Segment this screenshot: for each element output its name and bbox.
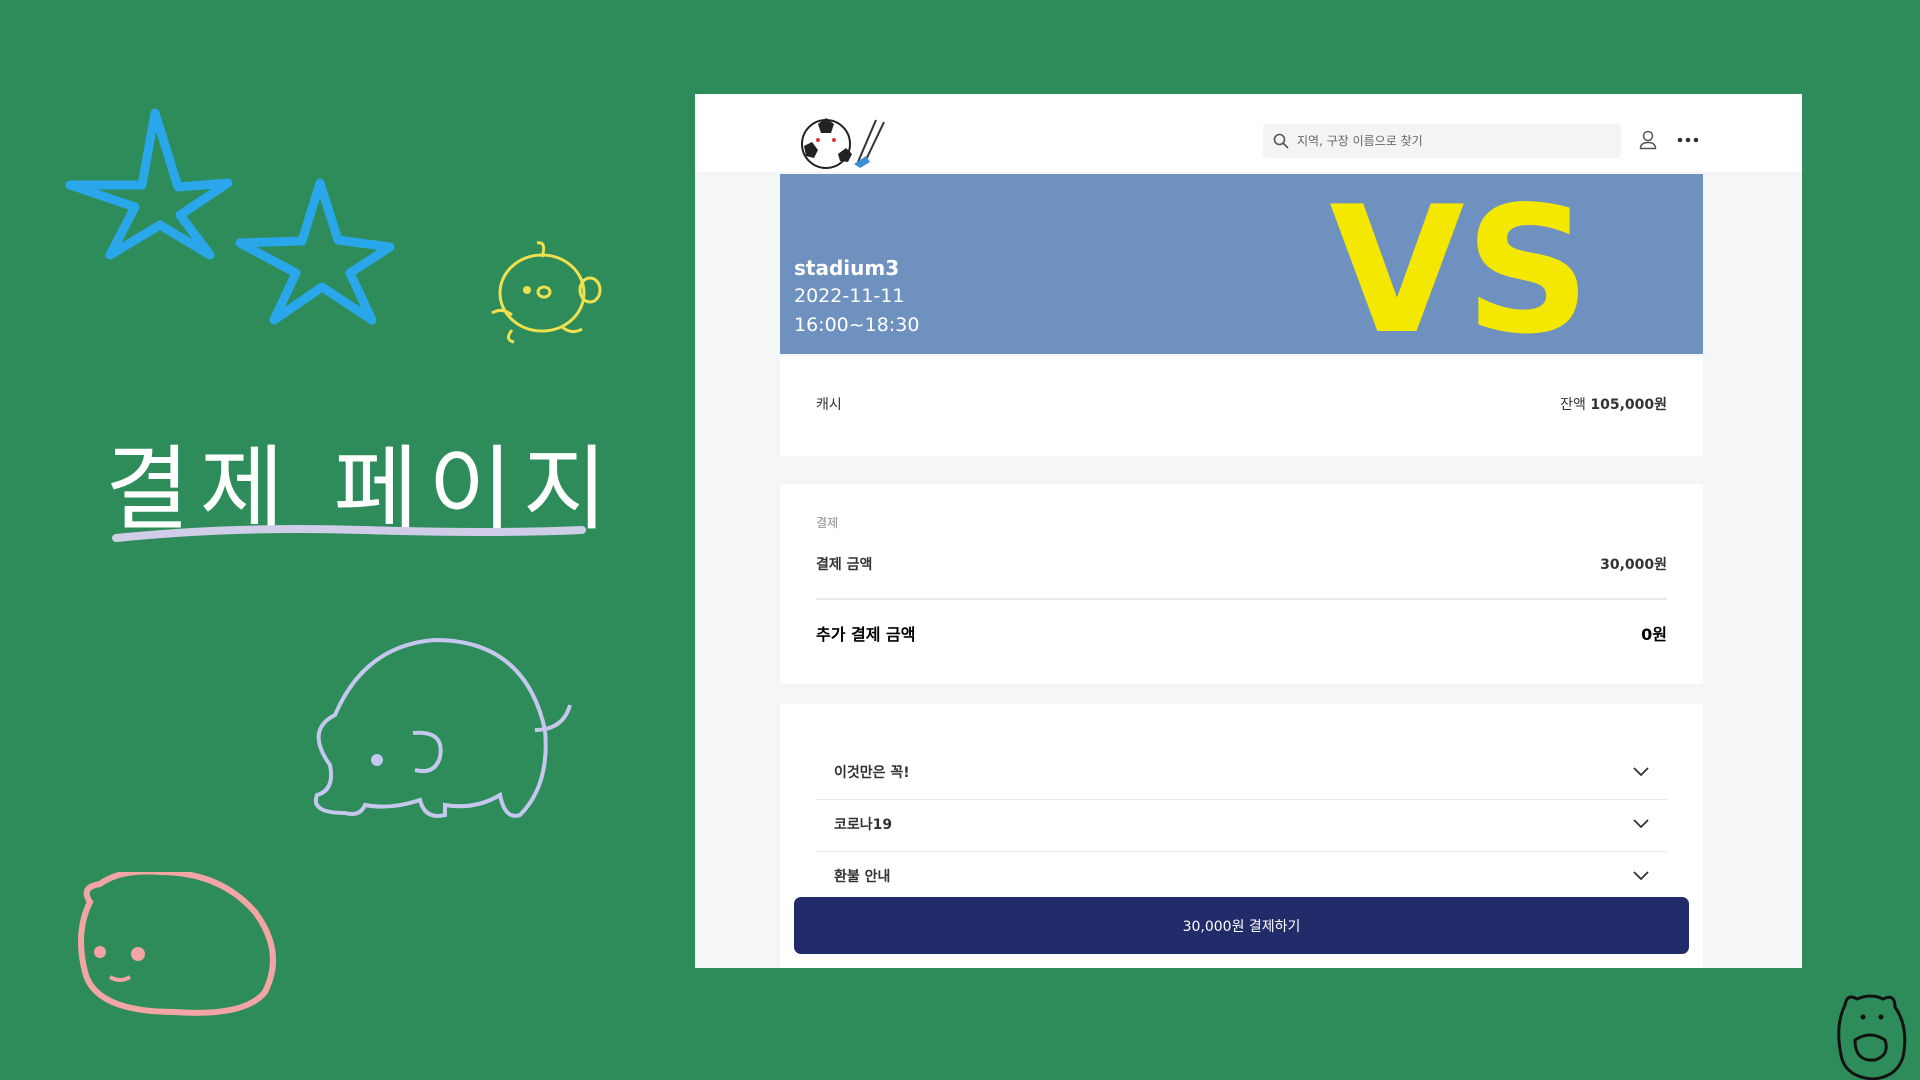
accordion-label: 환불 안내 — [834, 869, 891, 885]
accordion-refund[interactable]: 환불 안내 — [816, 850, 1667, 902]
payment-amount-label: 결제 금액 — [816, 557, 873, 573]
search-icon — [1273, 133, 1289, 149]
pay-button[interactable]: 30,000원 결제하기 — [794, 897, 1689, 954]
payment-section: 결제 결제 금액 30,000원 추가 결제 금액 0원 — [780, 484, 1703, 684]
blue-star-icon — [235, 178, 395, 325]
cash-label: 캐시 — [816, 397, 842, 413]
chick-icon — [491, 241, 602, 344]
chevron-down-icon — [1633, 819, 1649, 829]
accordion-must-read[interactable]: 이것만은 꼭! — [816, 746, 1667, 798]
divider — [816, 598, 1667, 600]
hamster-icon — [78, 872, 276, 1016]
match-time: 16:00~18:30 — [794, 314, 920, 336]
payment-amount-value: 30,000원 — [1600, 557, 1667, 573]
payment-section-label: 결제 — [816, 516, 839, 530]
user-icon[interactable] — [1639, 130, 1657, 150]
soccer-ball-logo-icon[interactable] — [798, 114, 888, 172]
extra-amount-value: 0원 — [1641, 625, 1667, 644]
bear-icon — [1837, 994, 1907, 1080]
accordion-label: 코로나19 — [834, 817, 893, 833]
title-underline — [112, 525, 586, 542]
cash-section: 캐시 잔액 105,000원 — [780, 356, 1703, 456]
match-date: 2022-11-11 — [794, 285, 905, 307]
chevron-down-icon — [1633, 871, 1649, 881]
match-banner: stadium3 2022-11-11 16:00~18:30 VS — [780, 174, 1703, 354]
search-input[interactable] — [1295, 133, 1609, 149]
chevron-down-icon — [1633, 767, 1649, 777]
more-menu-icon[interactable] — [1677, 130, 1699, 150]
extra-amount-label: 추가 결제 금액 — [816, 625, 916, 644]
accordion-covid19[interactable]: 코로나19 — [816, 798, 1667, 850]
vs-graphic: VS — [1329, 186, 1590, 346]
vs-text: VS — [1329, 186, 1590, 346]
blue-star-icon — [65, 108, 233, 260]
elephant-icon — [313, 637, 572, 818]
search-bar[interactable] — [1263, 124, 1621, 158]
stadium-name: stadium3 — [794, 256, 900, 280]
balance-label: 잔액 — [1560, 397, 1586, 413]
payment-page-screenshot: stadium3 2022-11-11 16:00~18:30 VS 캐시 잔액… — [695, 94, 1802, 968]
accordion-label: 이것만은 꼭! — [834, 765, 910, 781]
balance-value: 105,000원 — [1590, 397, 1667, 413]
header-bar — [695, 94, 1802, 172]
